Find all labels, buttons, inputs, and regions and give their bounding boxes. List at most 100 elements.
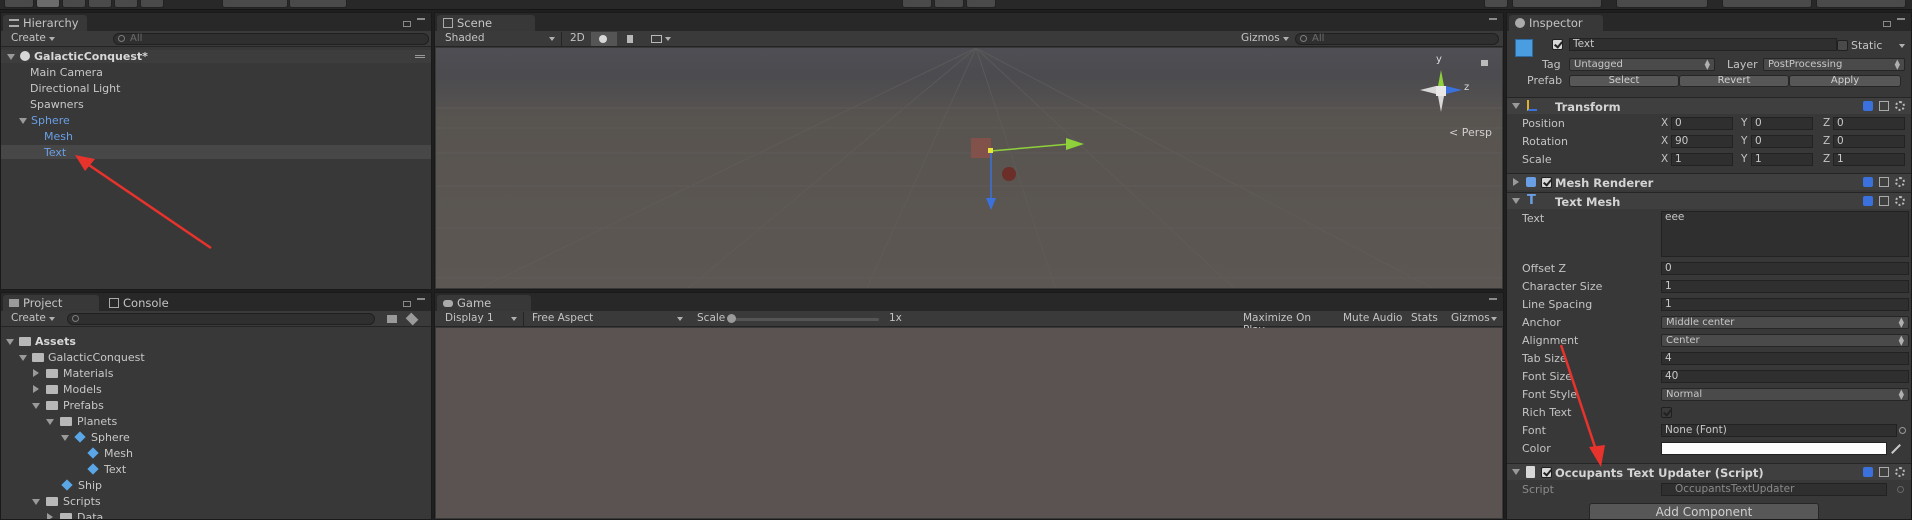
projection-label[interactable]: < Persp xyxy=(1449,126,1492,139)
lock-icon[interactable] xyxy=(403,21,411,27)
offset-z-input[interactable]: 0 xyxy=(1661,262,1909,275)
font-style-dropdown[interactable]: Normal ▲ ▼ xyxy=(1661,388,1909,401)
tag-dropdown[interactable]: Untagged ▲ ▼ xyxy=(1569,58,1715,71)
active-checkbox[interactable] xyxy=(1552,39,1563,50)
line-spacing-input[interactable]: 1 xyxy=(1661,298,1909,311)
color-swatch[interactable] xyxy=(1661,442,1887,455)
prefab-apply-button[interactable]: Apply xyxy=(1789,75,1901,87)
gear-icon[interactable] xyxy=(1895,196,1905,206)
orientation-gizmo[interactable]: y z xyxy=(1408,54,1474,124)
panel-menu-icon[interactable] xyxy=(417,298,425,304)
panel-menu-icon[interactable] xyxy=(1897,18,1905,24)
tool-button-scale[interactable] xyxy=(88,0,112,8)
cloud-button[interactable] xyxy=(1484,0,1508,8)
toggle-2d-button[interactable]: 2D xyxy=(561,32,589,46)
hierarchy-create-dropdown[interactable]: Create xyxy=(3,32,59,46)
position-x-input[interactable]: 0 xyxy=(1671,117,1733,130)
preset-icon[interactable] xyxy=(1879,177,1889,187)
hierarchy-item-mesh[interactable]: Mesh xyxy=(44,130,73,143)
scale-x-input[interactable]: 1 xyxy=(1671,153,1733,166)
scene-search-input[interactable]: All xyxy=(1295,33,1499,45)
space-toggle[interactable] xyxy=(289,0,347,8)
account-button[interactable] xyxy=(1616,0,1708,8)
project-create-dropdown[interactable]: Create xyxy=(3,312,59,326)
eyedropper-icon[interactable] xyxy=(1891,444,1901,454)
aspect-dropdown[interactable]: Free Aspect xyxy=(523,312,687,326)
filter-type-icon[interactable] xyxy=(387,315,397,323)
mesh-renderer-enabled-checkbox[interactable] xyxy=(1541,177,1552,188)
alignment-dropdown[interactable]: Center ▲ ▼ xyxy=(1661,334,1909,347)
tab-game[interactable]: Game xyxy=(437,295,531,311)
gear-icon[interactable] xyxy=(1895,467,1905,477)
rotation-z-input[interactable]: 0 xyxy=(1833,135,1905,148)
hierarchy-search-input[interactable]: All xyxy=(113,33,429,45)
scene-menu-icon[interactable] xyxy=(415,55,425,58)
prefab-revert-button[interactable]: Revert xyxy=(1679,75,1789,87)
help-book-icon[interactable] xyxy=(1863,101,1873,111)
hierarchy-item-spawners[interactable]: Spawners xyxy=(30,98,84,111)
font-object-field[interactable]: None (Font) xyxy=(1661,424,1897,437)
position-y-input[interactable]: 0 xyxy=(1751,117,1813,130)
collab-button[interactable] xyxy=(1512,0,1602,8)
scene-gizmos-dropdown[interactable]: Gizmos xyxy=(1233,32,1293,46)
static-dropdown-arrow[interactable] xyxy=(1899,44,1905,48)
tab-project[interactable]: Project xyxy=(3,295,99,311)
tab-hierarchy[interactable]: Hierarchy xyxy=(3,15,87,31)
lock-icon[interactable] xyxy=(403,301,411,307)
pivot-toggle[interactable] xyxy=(222,0,288,8)
help-book-icon[interactable] xyxy=(1863,467,1873,477)
object-picker-icon[interactable] xyxy=(1899,427,1906,434)
effects-dropdown[interactable] xyxy=(645,32,675,46)
tab-console[interactable]: Console xyxy=(103,295,193,311)
tool-button-transform[interactable] xyxy=(140,0,164,8)
rotation-x-input[interactable]: 90 xyxy=(1671,135,1733,148)
tab-size-input[interactable]: 4 xyxy=(1661,352,1909,365)
rotation-y-input[interactable]: 0 xyxy=(1751,135,1813,148)
lighting-toggle[interactable] xyxy=(591,32,617,46)
font-size-input[interactable]: 40 xyxy=(1661,370,1909,383)
mesh-renderer-header[interactable]: Mesh Renderer xyxy=(1507,173,1911,190)
prefab-select-button[interactable]: Select xyxy=(1569,75,1679,87)
object-name-input[interactable]: Text xyxy=(1569,38,1837,51)
audio-toggle[interactable] xyxy=(619,32,643,46)
step-button[interactable] xyxy=(966,0,996,8)
panel-menu-icon[interactable] xyxy=(1489,298,1497,304)
scale-z-input[interactable]: 1 xyxy=(1833,153,1905,166)
gear-icon[interactable] xyxy=(1895,177,1905,187)
panel-menu-icon[interactable] xyxy=(417,18,425,24)
text-area[interactable]: eee xyxy=(1661,211,1909,257)
hierarchy-item-main-camera[interactable]: Main Camera xyxy=(30,66,103,79)
scale-slider[interactable]: Scale 1x xyxy=(689,312,939,326)
pause-button[interactable] xyxy=(934,0,964,8)
game-gizmos-dropdown[interactable]: Gizmos xyxy=(1443,312,1501,326)
character-size-input[interactable]: 1 xyxy=(1661,280,1909,293)
play-button[interactable] xyxy=(902,0,932,8)
mute-audio-toggle[interactable]: Mute Audio xyxy=(1335,312,1403,326)
layout-button[interactable] xyxy=(1816,0,1906,8)
help-book-icon[interactable] xyxy=(1863,177,1873,187)
gear-icon[interactable] xyxy=(1895,101,1905,111)
hierarchy-item-sphere[interactable]: Sphere xyxy=(18,114,70,127)
stats-toggle[interactable]: Stats xyxy=(1403,312,1443,326)
static-checkbox[interactable] xyxy=(1837,40,1848,51)
maximize-on-play-toggle[interactable]: Maximize On Play xyxy=(1235,312,1335,336)
lock-icon[interactable] xyxy=(1481,60,1488,66)
filter-label-icon[interactable] xyxy=(405,312,419,326)
tool-button-move[interactable] xyxy=(36,0,60,8)
preset-icon[interactable] xyxy=(1879,196,1889,206)
preset-icon[interactable] xyxy=(1879,101,1889,111)
tab-inspector[interactable]: Inspector xyxy=(1509,15,1603,31)
position-z-input[interactable]: 0 xyxy=(1833,117,1905,130)
panel-menu-icon[interactable] xyxy=(1489,18,1497,24)
transform-header[interactable]: Transform xyxy=(1507,97,1911,114)
display-dropdown[interactable]: Display 1 xyxy=(437,312,521,326)
tool-button-hand[interactable] xyxy=(4,0,34,8)
tool-button-rotate[interactable] xyxy=(62,0,86,8)
anchor-dropdown[interactable]: Middle center ▲ ▼ xyxy=(1661,316,1909,329)
tab-scene[interactable]: Scene xyxy=(437,15,535,31)
scene-viewport[interactable]: y z < Persp xyxy=(436,48,1502,288)
help-book-icon[interactable] xyxy=(1863,196,1873,206)
game-viewport[interactable] xyxy=(436,328,1502,518)
preset-icon[interactable] xyxy=(1879,467,1889,477)
layers-button[interactable] xyxy=(1722,0,1812,8)
